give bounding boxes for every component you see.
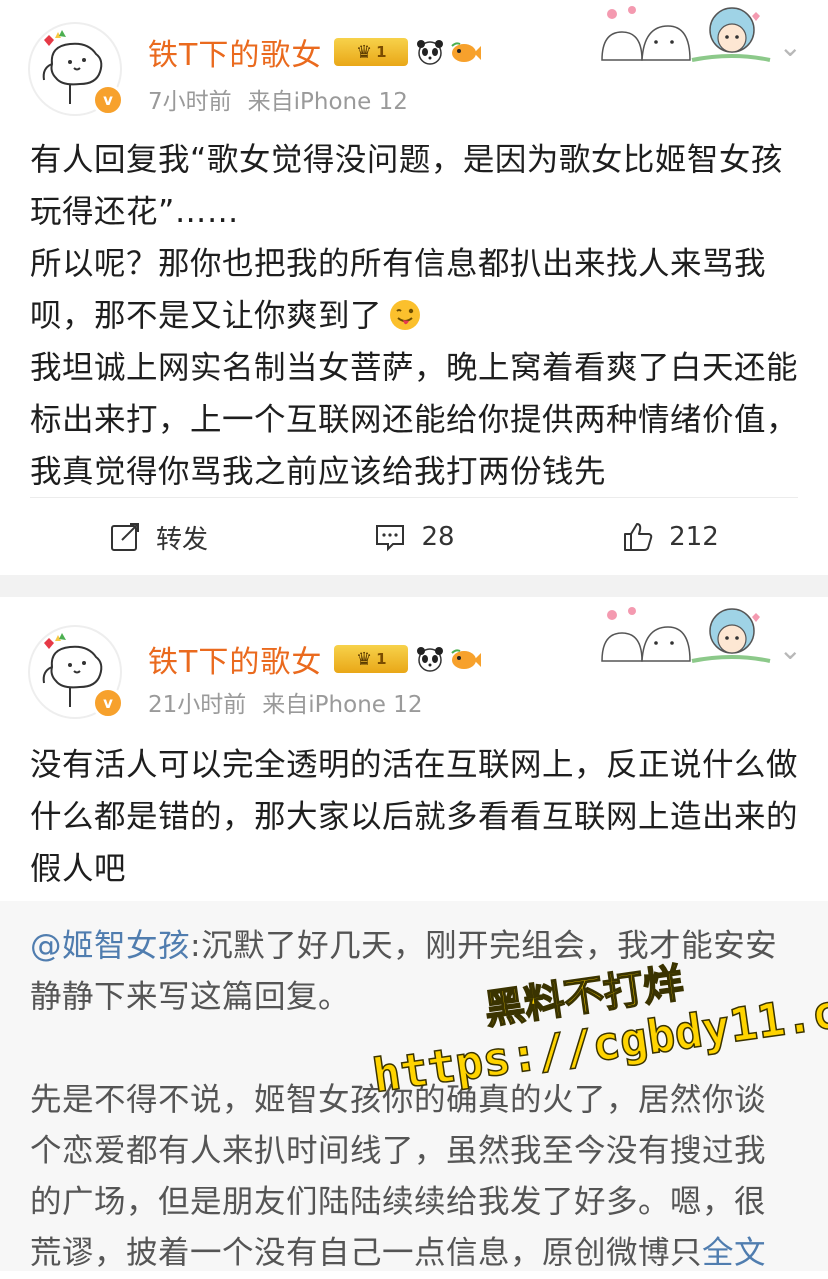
comment-icon: [376, 525, 405, 552]
repost-label: 转发: [155, 524, 208, 555]
user-avatar[interactable]: v: [28, 22, 124, 116]
quoted-post[interactable]: @姬智女孩:沉默了好几天，刚开完组会，我才能安安静静下来写这篇回复。 先是不得不…: [0, 901, 828, 1271]
post-paragraph: 有人回复我“歌女觉得没问题，是因为歌女比姬智女孩玩得还花”……: [30, 142, 783, 230]
post-paragraph: 没有活人可以完全透明的活在互联网上，反正说什么做什么都是错的，那大家以后就多看看…: [30, 747, 799, 887]
mention-link[interactable]: @姬智女孩: [30, 928, 190, 964]
post-meta: 21小时前 来自iPhone 12: [148, 685, 423, 719]
panda-badge-icon[interactable]: [414, 38, 446, 66]
thumbs-up-icon: [624, 523, 653, 551]
post-time: 7小时前: [148, 89, 232, 115]
repost-button[interactable]: 转发: [30, 519, 286, 556]
crown-icon: ♛: [356, 41, 373, 63]
decoration-card-icon: [601, 607, 771, 663]
post-action-bar: 转发 28 212: [30, 497, 798, 576]
weibo-post-1: v 铁T下的歌女 ♛ 1 7小时前 来自iPhone 12 ⌄ 有人回复我“歌女…: [0, 0, 828, 575]
vip-level-number: 1: [376, 43, 387, 61]
quoted-text: @姬智女孩:沉默了好几天，刚开完组会，我才能安安静静下来写这篇回复。: [30, 921, 788, 1023]
vip-level-number: 1: [376, 650, 387, 668]
comment-count: 28: [421, 522, 455, 552]
chevron-down-icon[interactable]: ⌄: [779, 30, 802, 63]
user-avatar[interactable]: v: [28, 625, 124, 719]
post-paragraph: 所以呢？那你也把我的所有信息都扒出来找人来骂我呗，那不是又让你爽到了: [30, 246, 767, 334]
panda-badge-icon[interactable]: [414, 645, 446, 673]
full-text-link[interactable]: 全文: [702, 1235, 766, 1271]
decoration-card-icon: [601, 6, 771, 62]
post-text: 有人回复我“歌女觉得没问题，是因为歌女比姬智女孩玩得还花”…… 所以呢？那你也把…: [30, 134, 798, 498]
like-button[interactable]: 212: [542, 520, 798, 554]
weibo-post-2: v 铁T下的歌女 ♛ 1 21小时前 来自iPhone 12 ⌄ 没有活人可以完…: [0, 597, 828, 1271]
quoted-text: 先是不得不说，姬智女孩你的确真的火了，居然你谈个恋爱都有人来扒时间线了，虽然我至…: [30, 1075, 788, 1279]
tongue-wink-emoji-icon: [390, 300, 421, 330]
vip-level-badge[interactable]: ♛ 1: [334, 38, 409, 66]
post-source: 来自iPhone 12: [247, 89, 408, 115]
quoted-paragraph: 先是不得不说，姬智女孩你的确真的火了，居然你谈个恋爱都有人来扒时间线了，虽然我至…: [30, 1082, 767, 1271]
crown-icon: ♛: [356, 648, 373, 670]
post-source: 来自iPhone 12: [262, 692, 423, 718]
fish-badge-icon[interactable]: [448, 645, 482, 673]
chevron-down-icon[interactable]: ⌄: [779, 633, 802, 666]
like-count: 212: [669, 522, 719, 552]
comment-button[interactable]: 28: [286, 520, 542, 554]
post-paragraph: 我坦诚上网实名制当女菩萨，晚上窝着看爽了白天还能标出来打，上一个互联网还能给你提…: [30, 350, 799, 490]
username[interactable]: 铁T下的歌女: [148, 30, 322, 74]
post-text: 没有活人可以完全透明的活在互联网上，反正说什么做什么都是错的，那大家以后就多看看…: [30, 739, 798, 895]
username[interactable]: 铁T下的歌女: [148, 637, 322, 681]
post-meta: 7小时前 来自iPhone 12: [148, 82, 408, 116]
post-time: 21小时前: [148, 692, 247, 718]
vip-level-badge[interactable]: ♛ 1: [334, 645, 409, 673]
repost-icon: [110, 523, 139, 551]
feed-divider: [0, 575, 828, 597]
fish-badge-icon[interactable]: [448, 38, 482, 66]
verified-badge-icon: v: [92, 84, 124, 116]
verified-badge-icon: v: [92, 687, 124, 719]
